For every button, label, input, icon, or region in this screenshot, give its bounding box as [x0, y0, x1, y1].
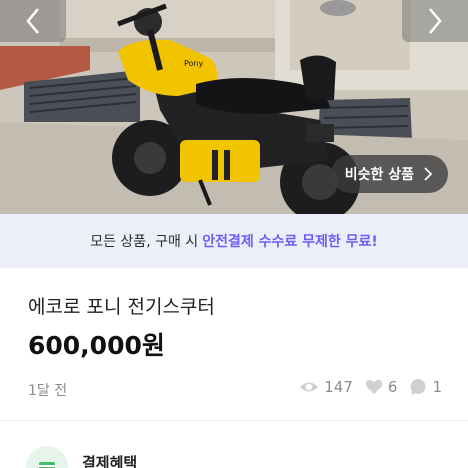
next-image-button[interactable] [402, 0, 468, 42]
view-count-value: 147 [324, 378, 353, 396]
similar-products-button[interactable]: 비슷한 상품 [330, 155, 448, 193]
chevron-left-icon [26, 8, 39, 34]
product-title: 에코로 포니 전기스쿠터 [28, 296, 215, 318]
banner-highlight: 안전결제 수수료 무제한 무료! [202, 234, 378, 250]
prev-image-button[interactable] [0, 0, 66, 42]
chat-bubble-icon [410, 379, 426, 395]
chat-count-value: 1 [432, 378, 442, 396]
product-price: 600,000원 [28, 331, 165, 360]
payment-benefit-icon [26, 446, 68, 468]
section-divider [0, 420, 468, 421]
safe-payment-banner[interactable]: 모든 상품, 구매 시 안전결제 수수료 무제한 무료! [0, 214, 468, 268]
product-photo[interactable]: Pony 비슷한 상품 [0, 0, 468, 214]
chevron-right-icon [424, 167, 432, 181]
product-detail-page: Pony 비슷한 상품 모든 상품, 구매 시 안전결제 수수료 무제한 무료!… [0, 0, 468, 468]
eye-icon [300, 382, 319, 392]
view-count: 147 [299, 378, 353, 396]
posted-time: 1달 전 [28, 383, 68, 399]
chevron-right-icon [429, 8, 442, 34]
similar-products-label: 비슷한 상품 [344, 167, 414, 183]
heart-icon [365, 379, 383, 394]
like-count-value: 6 [387, 378, 398, 396]
banner-prefix: 모든 상품, 구매 시 [90, 234, 199, 250]
product-stats: 147 6 1 [299, 378, 442, 396]
chat-count: 1 [409, 378, 442, 396]
payment-benefit-title[interactable]: 결제혜택 [82, 452, 137, 468]
scooter-brand-mark: Pony [184, 59, 204, 68]
like-count[interactable]: 6 [365, 378, 398, 396]
